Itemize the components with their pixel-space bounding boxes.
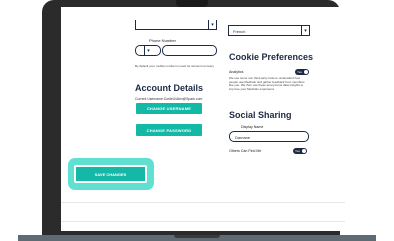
change-password-button[interactable]: CHANGE PASSWORD <box>136 124 202 136</box>
chevron-down-icon: ▾ <box>208 20 216 29</box>
top-left-select[interactable]: ▾ <box>135 20 217 30</box>
footer-divider <box>61 202 345 203</box>
analytics-toggle-text: Yes <box>297 70 302 74</box>
country-code-select[interactable]: ▾ <box>135 45 161 56</box>
toggle-knob <box>304 70 308 74</box>
settings-screen: ▾ French ▾ Phone Number ▾ By default you… <box>61 7 345 231</box>
language-select[interactable]: French ▾ <box>228 25 310 36</box>
laptop-base-groove <box>174 235 220 238</box>
footer-divider <box>61 221 345 222</box>
account-details-heading: Account Details <box>135 83 204 93</box>
current-username: Current Username:CurlieU/Alex@Spark.com <box>135 97 203 101</box>
analytics-label: Analytics <box>229 70 244 74</box>
analytics-toggle[interactable]: Yes <box>295 69 309 75</box>
camera-notch <box>176 0 208 7</box>
display-name-label: Display Name <box>241 125 264 129</box>
social-sharing-heading: Social Sharing <box>229 110 292 120</box>
save-changes-button[interactable]: SAVE CHANGES <box>74 165 147 183</box>
chevron-down-icon: ▾ <box>144 46 152 55</box>
others-can-find-toggle-text: Yes <box>295 149 300 153</box>
display-name-value: Damane <box>235 134 251 140</box>
toggle-knob <box>302 149 306 153</box>
phone-number-input[interactable] <box>162 45 217 56</box>
phone-number-label: Phone Number <box>149 38 176 43</box>
chevron-down-icon: ▾ <box>301 26 309 35</box>
save-changes-label: SAVE CHANGES <box>94 171 127 177</box>
phone-note: By default your mobile number is used fo… <box>135 64 215 68</box>
language-select-value: French <box>233 28 246 34</box>
display-name-input[interactable]: Damane <box>229 131 309 142</box>
change-username-button[interactable]: CHANGE USERNAME <box>136 103 202 114</box>
analytics-description: We use some non third-party tools to und… <box>229 76 305 91</box>
others-can-find-toggle[interactable]: Yes <box>293 148 307 154</box>
others-can-find-label: Others Can Find Me <box>229 149 262 153</box>
cookie-preferences-heading: Cookie Preferences <box>229 52 314 62</box>
